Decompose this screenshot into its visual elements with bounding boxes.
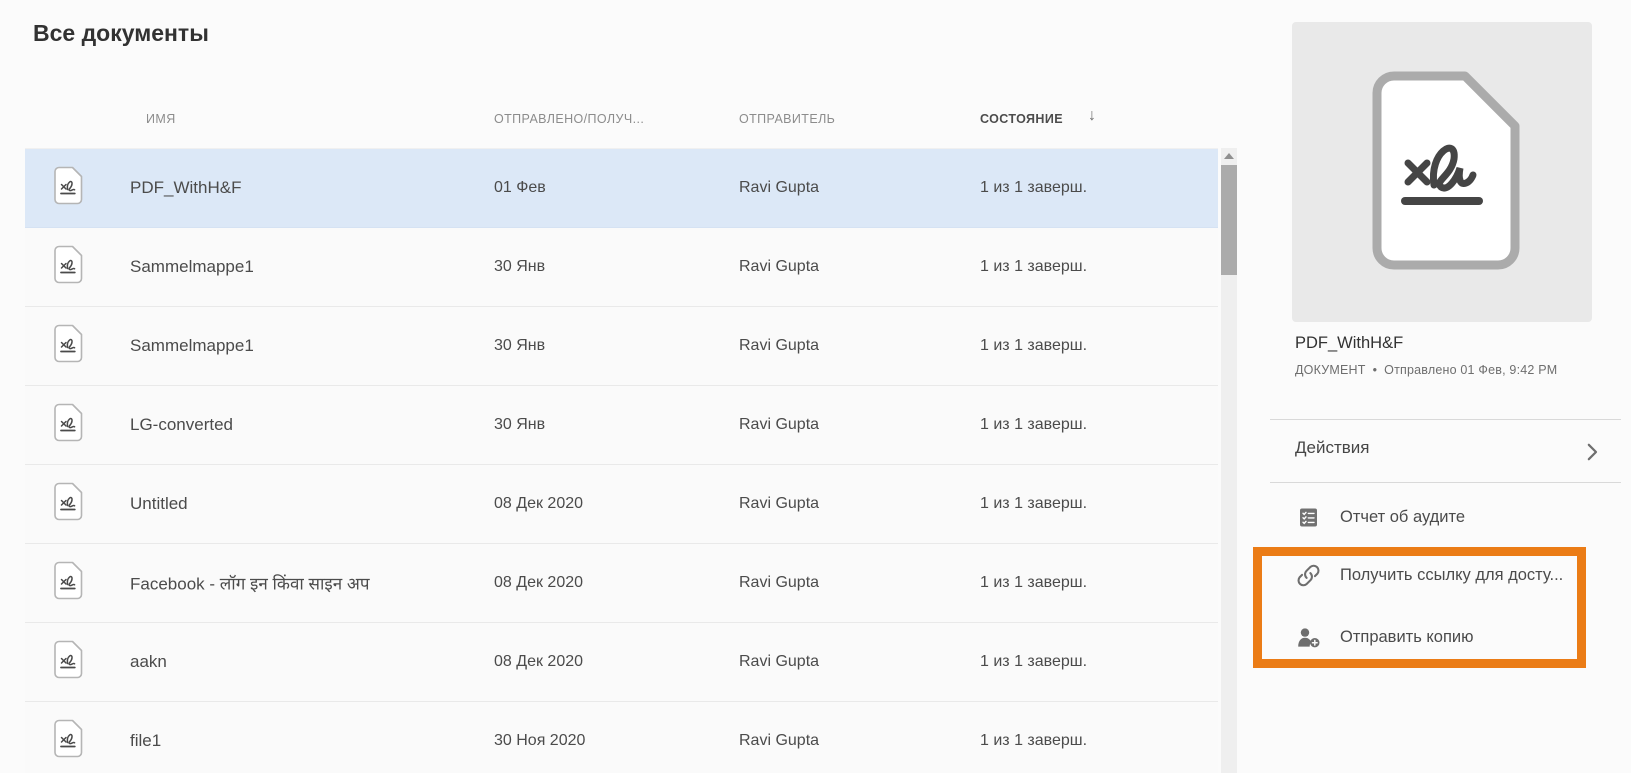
sign-document-icon — [53, 403, 83, 447]
sender-cell: Ravi Gupta — [739, 416, 819, 434]
status-cell: 1 из 1 заверш. — [980, 179, 1087, 197]
sender-cell: Ravi Gupta — [739, 574, 819, 592]
sent-date-cell: 30 Ноя 2020 — [494, 732, 585, 750]
sign-document-icon — [53, 166, 83, 210]
sign-document-icon — [1361, 68, 1523, 277]
column-header-sender[interactable]: ОТПРАВИТЕЛЬ — [739, 112, 835, 126]
status-cell: 1 из 1 заверш. — [980, 416, 1087, 434]
document-name-cell: Sammelmappe1 — [130, 336, 254, 356]
sent-date-cell: 30 Янв — [494, 258, 545, 276]
status-cell: 1 из 1 заверш. — [980, 732, 1087, 750]
status-cell: 1 из 1 заверш. — [980, 258, 1087, 276]
sign-document-icon — [53, 482, 83, 526]
document-name-cell: file1 — [130, 731, 161, 751]
sent-date-cell: 01 Фев — [494, 179, 546, 197]
sent-date-cell: 30 Янв — [494, 416, 545, 434]
sort-descending-icon[interactable]: ↓ — [1088, 107, 1096, 125]
column-header-name[interactable]: ИМЯ — [146, 112, 176, 126]
sign-document-icon — [53, 324, 83, 368]
divider — [1270, 419, 1621, 420]
action-item-send-copy[interactable]: Отправить копию — [1295, 623, 1474, 651]
sender-cell: Ravi Gupta — [739, 337, 819, 355]
sign-document-icon — [53, 561, 83, 605]
sent-date-cell: 30 Янв — [494, 337, 545, 355]
column-header-status[interactable]: СОСТОЯНИЕ — [980, 112, 1063, 126]
action-label: Отправить копию — [1340, 628, 1474, 647]
sign-document-icon — [53, 719, 83, 763]
document-name-cell: LG-converted — [130, 415, 233, 435]
sent-date-cell: 08 Дек 2020 — [494, 653, 583, 671]
document-type-label: ДОКУМЕНТ — [1295, 363, 1366, 377]
sender-cell: Ravi Gupta — [739, 732, 819, 750]
table-row[interactable]: PDF_WithH&F 01 Фев Ravi Gupta 1 из 1 зав… — [25, 149, 1218, 228]
meta-bullet: • — [1373, 363, 1378, 377]
scroll-up-button[interactable] — [1221, 148, 1237, 164]
document-name-cell: PDF_WithH&F — [130, 178, 241, 198]
sender-cell: Ravi Gupta — [739, 179, 819, 197]
document-list: PDF_WithH&F 01 Фев Ravi Gupta 1 из 1 зав… — [25, 148, 1218, 773]
page-title: Все документы — [33, 20, 209, 47]
table-row[interactable]: Facebook - लॉग इन किंवा साइन अप 08 Дек 2… — [25, 544, 1218, 623]
action-item-get-link[interactable]: Получить ссылку для досту... — [1295, 561, 1563, 589]
document-thumbnail[interactable] — [1292, 22, 1592, 322]
status-cell: 1 из 1 заверш. — [980, 653, 1087, 671]
table-row[interactable]: Untitled 08 Дек 2020 Ravi Gupta 1 из 1 з… — [25, 465, 1218, 544]
up-arrow-icon — [1224, 153, 1234, 159]
table-row[interactable]: Sammelmappe1 30 Янв Ravi Gupta 1 из 1 за… — [25, 307, 1218, 386]
table-row[interactable]: Sammelmappe1 30 Янв Ravi Gupta 1 из 1 за… — [25, 228, 1218, 307]
detail-panel: PDF_WithH&F ДОКУМЕНТ • Отправлено 01 Фев, … — [1240, 0, 1631, 773]
add-person-icon — [1295, 627, 1322, 648]
action-item-audit-report[interactable]: Отчет об аудите — [1295, 503, 1465, 531]
sender-cell: Ravi Gupta — [739, 495, 819, 513]
scrollbar[interactable] — [1221, 148, 1237, 773]
document-name-cell: Untitled — [130, 494, 188, 514]
status-cell: 1 из 1 заверш. — [980, 574, 1087, 592]
document-sent-info: Отправлено 01 Фев, 9:42 PM — [1384, 363, 1557, 377]
document-title: PDF_WithH&F — [1295, 334, 1403, 353]
document-name-cell: aakn — [130, 652, 167, 672]
table-row[interactable]: aakn 08 Дек 2020 Ravi Gupta 1 из 1 завер… — [25, 623, 1218, 702]
scrollbar-thumb[interactable] — [1221, 165, 1237, 275]
sign-document-icon — [53, 245, 83, 289]
sender-cell: Ravi Gupta — [739, 258, 819, 276]
audit-report-icon — [1295, 507, 1322, 528]
action-label: Получить ссылку для досту... — [1340, 566, 1563, 585]
divider — [1270, 482, 1621, 483]
status-cell: 1 из 1 заверш. — [980, 495, 1087, 513]
status-cell: 1 из 1 заверш. — [980, 337, 1087, 355]
document-name-cell: Facebook - लॉग इन किंवा साइन अप — [130, 572, 370, 595]
table-row[interactable]: LG-converted 30 Янв Ravi Gupta 1 из 1 за… — [25, 386, 1218, 465]
link-icon — [1295, 562, 1322, 589]
chevron-right-icon[interactable] — [1587, 443, 1598, 466]
table-row[interactable]: file1 30 Ноя 2020 Ravi Gupta 1 из 1 заве… — [25, 702, 1218, 773]
sender-cell: Ravi Gupta — [739, 653, 819, 671]
document-name-cell: Sammelmappe1 — [130, 257, 254, 277]
sent-date-cell: 08 Дек 2020 — [494, 574, 583, 592]
sign-document-icon — [53, 640, 83, 684]
column-header-sent[interactable]: ОТПРАВЛЕНО/ПОЛУЧ... — [494, 112, 644, 126]
actions-menu[interactable]: Действия — [1295, 438, 1595, 458]
action-label: Отчет об аудите — [1340, 508, 1465, 527]
sent-date-cell: 08 Дек 2020 — [494, 495, 583, 513]
document-meta: ДОКУМЕНТ • Отправлено 01 Фев, 9:42 PM — [1295, 363, 1557, 377]
